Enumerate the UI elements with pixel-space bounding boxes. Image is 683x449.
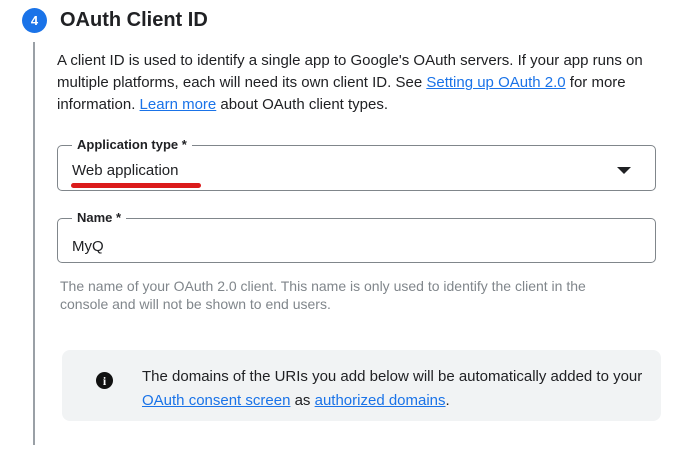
info-banner: i The domains of the URIs you add below … xyxy=(62,350,661,421)
step-number-badge: 4 xyxy=(22,8,47,33)
step-number: 4 xyxy=(31,13,38,28)
application-type-select[interactable]: Application type * Web application xyxy=(57,145,656,191)
red-underline-annotation xyxy=(71,183,201,188)
info-segment: as xyxy=(290,392,314,409)
info-icon: i xyxy=(96,372,113,389)
description-segment: about OAuth client types. xyxy=(216,96,388,113)
setting-up-oauth-link[interactable]: Setting up OAuth 2.0 xyxy=(426,74,565,91)
stepper-connector-line xyxy=(33,42,35,445)
page-title: OAuth Client ID xyxy=(60,8,208,33)
dropdown-arrow-icon xyxy=(617,167,631,174)
info-icon-glyph: i xyxy=(103,375,106,387)
info-segment: The domains of the URIs you add below wi… xyxy=(142,368,642,385)
name-input[interactable] xyxy=(72,219,632,262)
info-segment: . xyxy=(446,392,450,409)
name-helper-text: The name of your OAuth 2.0 client. This … xyxy=(60,277,635,313)
authorized-domains-link[interactable]: authorized domains xyxy=(315,392,446,409)
oauth-consent-screen-link[interactable]: OAuth consent screen xyxy=(142,392,290,409)
learn-more-link[interactable]: Learn more xyxy=(140,96,217,113)
name-field: Name * xyxy=(57,218,656,263)
info-banner-text: The domains of the URIs you add below wi… xyxy=(142,365,647,413)
oauth-client-id-step-panel: 4 OAuth Client ID A client ID is used to… xyxy=(0,0,683,449)
description-text: A client ID is used to identify a single… xyxy=(57,50,651,116)
application-type-label: Application type * xyxy=(72,137,192,153)
application-type-value: Web application xyxy=(72,162,178,179)
